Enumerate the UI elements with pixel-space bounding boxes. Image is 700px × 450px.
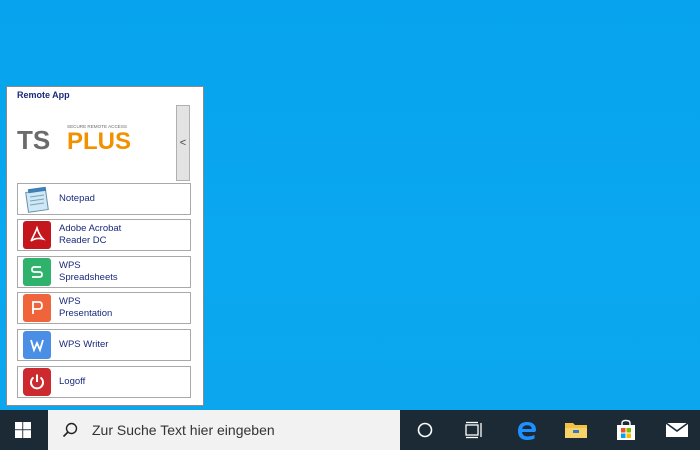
cortana-icon[interactable] (402, 410, 448, 450)
app-button-logoff[interactable]: Logoff (17, 366, 191, 398)
search-icon (62, 422, 78, 438)
power-icon (23, 368, 51, 396)
app-label-notepad: Notepad (59, 193, 95, 204)
app-label-logoff: Logoff (59, 376, 86, 387)
tsplus-logo: TS PLUS SECURE REMOTE ACCESS (17, 124, 131, 153)
acrobat-icon (23, 221, 51, 249)
app-button-notepad[interactable]: Notepad (17, 183, 191, 215)
edge-icon[interactable] (504, 410, 550, 450)
app-button-acrobat[interactable]: Adobe Acrobat Reader DC (17, 219, 191, 251)
search-input[interactable]: Zur Suche Text hier eingeben (48, 410, 400, 450)
logo-plus: PLUS (67, 128, 131, 153)
mail-icon[interactable] (654, 410, 700, 450)
app-button-wps-presentation[interactable]: WPS Presentation (17, 292, 191, 324)
notepad-icon (23, 185, 51, 213)
app-label-wps-spreadsheets: WPS Spreadsheets (59, 260, 118, 283)
logo-ts: TS (17, 125, 50, 153)
collapse-button[interactable]: < (176, 105, 190, 181)
windows-start-icon[interactable] (0, 410, 46, 450)
task-view-icon[interactable] (451, 410, 497, 450)
wps-writer-icon (23, 331, 51, 359)
search-placeholder: Zur Suche Text hier eingeben (92, 422, 275, 438)
panel-title: Remote App (17, 90, 70, 100)
logo-tagline: SECURE REMOTE ACCESS (67, 124, 127, 129)
app-button-wps-writer[interactable]: WPS Writer (17, 329, 191, 361)
app-label-wps-writer: WPS Writer (59, 339, 109, 350)
file-explorer-icon[interactable] (553, 410, 599, 450)
wps-presentation-icon (23, 294, 51, 322)
taskbar: Zur Suche Text hier eingeben (0, 410, 700, 450)
store-icon[interactable] (603, 410, 649, 450)
app-label-wps-presentation: WPS Presentation (59, 296, 113, 319)
app-label-acrobat: Adobe Acrobat Reader DC (59, 223, 122, 246)
remote-app-panel: Remote App TS PLUS SECURE REMOTE ACCESS … (6, 86, 204, 406)
wps-spreadsheets-icon (23, 258, 51, 286)
app-button-wps-spreadsheets[interactable]: WPS Spreadsheets (17, 256, 191, 288)
